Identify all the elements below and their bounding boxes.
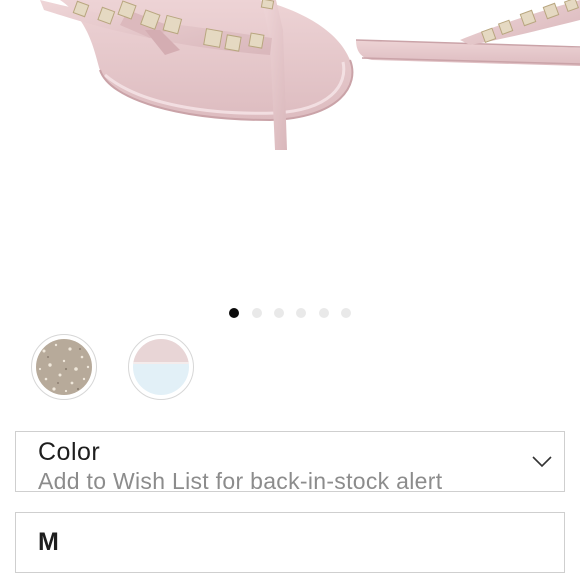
glitter-swatch-image: [36, 339, 92, 395]
carousel-dot-3[interactable]: [274, 308, 284, 318]
carousel-dot-4[interactable]: [296, 308, 306, 318]
carousel-dot-6[interactable]: [341, 308, 351, 318]
sandal-image: [40, 0, 580, 150]
size-select[interactable]: M: [15, 512, 565, 573]
product-image[interactable]: [0, 0, 580, 300]
swatch-pink-blue[interactable]: [128, 334, 194, 400]
pink-blue-swatch-image: [133, 339, 189, 395]
carousel-dot-5[interactable]: [319, 308, 329, 318]
carousel-dot-1[interactable]: [229, 308, 239, 318]
right-sandal-strap: [460, 0, 580, 45]
color-label: Color: [38, 438, 101, 466]
back-in-stock-hint: Add to Wish List for back-in-stock alert: [38, 468, 443, 494]
carousel-dot-2[interactable]: [252, 308, 262, 318]
size-value: M: [38, 528, 59, 556]
color-select[interactable]: Color Add to Wish List for back-in-stock…: [15, 431, 565, 494]
swatch-glitter[interactable]: [31, 334, 97, 400]
carousel-dots: [0, 307, 580, 319]
chevron-down-icon[interactable]: [531, 450, 553, 472]
